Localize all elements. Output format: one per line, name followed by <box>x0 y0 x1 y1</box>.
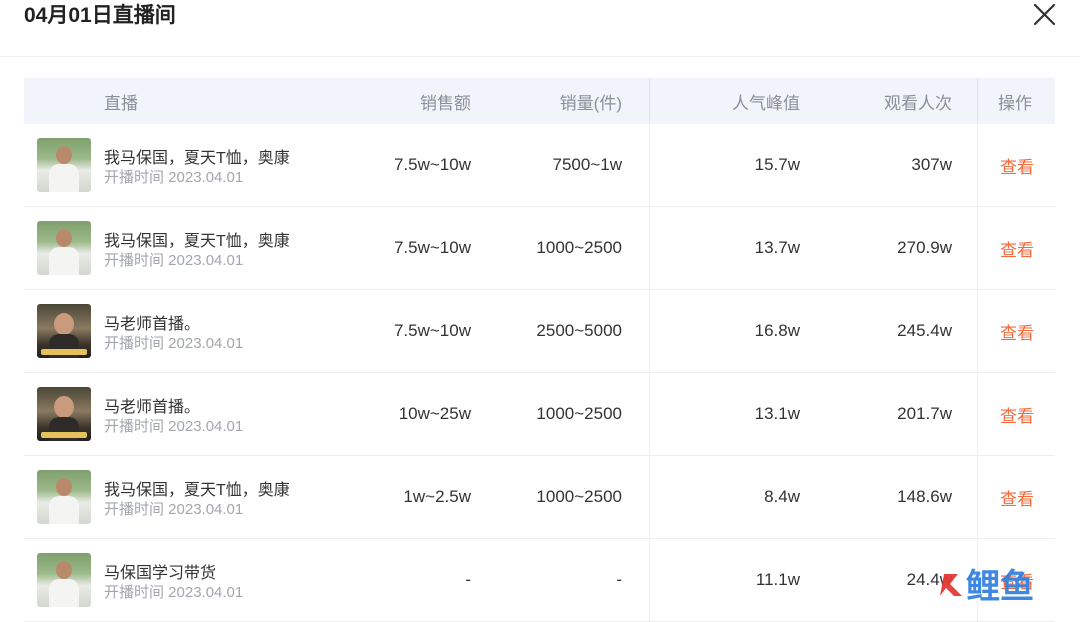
table-row: 马老师首播。 开播时间 2023.04.01 7.5w~10w 2500~500… <box>24 290 1055 373</box>
live-start-time: 开播时间 2023.04.01 <box>104 169 244 186</box>
caption-bar <box>41 349 87 355</box>
sales-amount-cell: 7.5w~10w <box>393 238 471 257</box>
column-header-sales-amount: 销售额 <box>420 93 471 113</box>
person-head-shape <box>54 313 74 335</box>
live-start-time: 开播时间 2023.04.01 <box>104 252 244 269</box>
watermark-logo: 鲤鱼 <box>936 562 1056 608</box>
live-start-time: 开播时间 2023.04.01 <box>104 501 244 518</box>
dialog-header: 04月01日直播间 <box>0 0 1080 57</box>
person-head-shape <box>56 561 72 579</box>
peak-popularity-cell: 15.7w <box>754 155 800 174</box>
caption-bar <box>41 432 87 438</box>
sales-volume-cell: 1000~2500 <box>536 404 622 423</box>
column-header-action: 操作 <box>998 93 1032 113</box>
live-thumbnail[interactable] <box>37 387 91 441</box>
column-header-sales-volume: 销量(件) <box>559 93 622 113</box>
views-cell: 201.7w <box>897 404 952 423</box>
views-cell: 245.4w <box>897 321 952 340</box>
table-row: 我马保国，夏天T恤，奥康 开播时间 2023.04.01 7.5w~10w 10… <box>24 207 1055 290</box>
live-name[interactable]: 马老师首播。 <box>104 310 200 334</box>
live-start-time: 开播时间 2023.04.01 <box>104 418 244 435</box>
live-thumbnail[interactable] <box>37 138 91 192</box>
person-head-shape <box>54 396 74 418</box>
live-name[interactable]: 我马保国，夏天T恤，奥康 <box>104 227 290 251</box>
person-body-shape <box>49 496 79 524</box>
live-thumbnail[interactable] <box>37 221 91 275</box>
column-divider <box>977 456 978 538</box>
live-name[interactable]: 我马保国，夏天T恤，奥康 <box>104 476 290 500</box>
table-header: 直播 销售额 销量(件) 人气峰值 观看人次 操作 <box>24 78 1055 124</box>
column-header-views: 观看人次 <box>884 93 952 113</box>
column-header-live: 直播 <box>104 93 138 113</box>
peak-popularity-cell: 13.7w <box>754 238 800 257</box>
peak-popularity-cell: 8.4w <box>764 487 800 506</box>
sales-volume-cell: 1000~2500 <box>536 238 622 257</box>
person-body-shape <box>49 164 79 192</box>
live-name[interactable]: 马老师首播。 <box>104 393 200 417</box>
column-divider <box>977 78 978 124</box>
person-head-shape <box>56 146 72 164</box>
live-name[interactable]: 我马保国，夏天T恤，奥康 <box>104 144 290 168</box>
close-icon[interactable] <box>1029 0 1059 30</box>
sales-amount-cell: - <box>465 570 471 589</box>
live-table: 直播 销售额 销量(件) 人气峰值 观看人次 操作 我马保国，夏天T恤，奥康 开… <box>24 78 1055 622</box>
live-thumbnail[interactable] <box>37 470 91 524</box>
live-name[interactable]: 马保国学习带货 <box>104 559 216 583</box>
sales-volume-cell: 2500~5000 <box>536 321 622 340</box>
table-row: 我马保国，夏天T恤，奥康 开播时间 2023.04.01 1w~2.5w 100… <box>24 456 1055 539</box>
sales-volume-cell: 1000~2500 <box>536 487 622 506</box>
views-cell: 307w <box>911 155 952 174</box>
column-divider <box>977 290 978 372</box>
column-header-peak-popularity: 人气峰值 <box>732 93 800 113</box>
dialog-title: 04月01日直播间 <box>24 4 176 27</box>
sales-amount-cell: 1w~2.5w <box>403 487 471 506</box>
view-button[interactable]: 查看 <box>1000 373 1057 455</box>
views-cell: 148.6w <box>897 487 952 506</box>
views-cell: 270.9w <box>897 238 952 257</box>
person-body-shape <box>49 579 79 607</box>
sales-amount-cell: 10w~25w <box>398 404 471 423</box>
person-body-shape <box>49 247 79 275</box>
live-start-time: 开播时间 2023.04.01 <box>104 584 244 601</box>
column-divider <box>977 124 978 206</box>
table-row: 马老师首播。 开播时间 2023.04.01 10w~25w 1000~2500… <box>24 373 1055 456</box>
view-button[interactable]: 查看 <box>1000 124 1057 206</box>
table-row: 我马保国，夏天T恤，奥康 开播时间 2023.04.01 7.5w~10w 75… <box>24 124 1055 207</box>
view-button[interactable]: 查看 <box>1000 456 1057 538</box>
views-cell: 24.4w <box>906 570 952 589</box>
view-button[interactable]: 查看 <box>1000 207 1057 289</box>
column-divider <box>977 373 978 455</box>
sales-amount-cell: 7.5w~10w <box>393 321 471 340</box>
column-divider <box>977 207 978 289</box>
peak-popularity-cell: 16.8w <box>754 321 800 340</box>
person-head-shape <box>56 229 72 247</box>
peak-popularity-cell: 13.1w <box>754 404 800 423</box>
sales-amount-cell: 7.5w~10w <box>393 155 471 174</box>
live-start-time: 开播时间 2023.04.01 <box>104 335 244 352</box>
svg-text:鲤鱼: 鲤鱼 <box>966 567 1034 607</box>
person-head-shape <box>56 478 72 496</box>
sales-volume-cell: 7500~1w <box>552 155 622 174</box>
peak-popularity-cell: 11.1w <box>755 570 800 589</box>
view-button[interactable]: 查看 <box>1000 290 1057 372</box>
live-thumbnail[interactable] <box>37 304 91 358</box>
live-thumbnail[interactable] <box>37 553 91 607</box>
sales-volume-cell: - <box>616 570 622 589</box>
